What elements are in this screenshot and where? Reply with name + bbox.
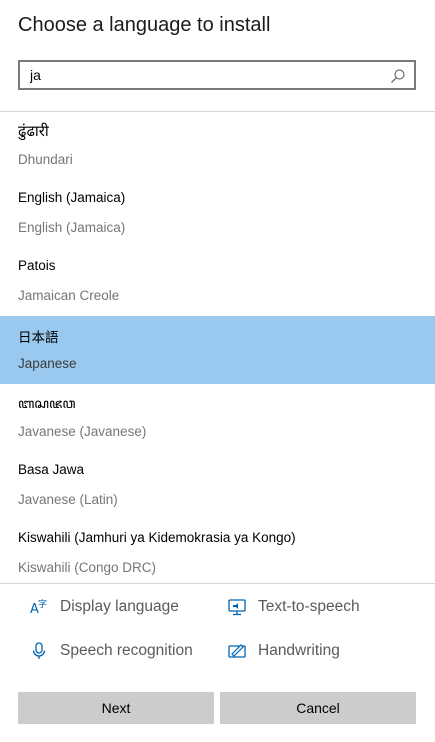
search-input[interactable]: [20, 62, 380, 88]
feature-display-language: A 字 Display language: [30, 598, 179, 616]
language-english-name: Dhundari: [18, 152, 73, 167]
language-item-kiswahili-congo[interactable]: Kiswahili (Jamhuri ya Kidemokrasia ya Ko…: [0, 520, 435, 583]
language-item-jamaican-creole[interactable]: Patois Jamaican Creole: [0, 248, 435, 316]
feature-label: Handwriting: [258, 642, 340, 659]
language-english-name: Japanese: [18, 356, 77, 371]
feature-label: Text-to-speech: [258, 598, 360, 615]
language-native-name: Patois: [18, 258, 56, 273]
feature-label: Speech recognition: [60, 642, 193, 659]
language-native-name: Kiswahili (Jamhuri ya Kidemokrasia ya Ko…: [18, 530, 296, 545]
language-english-name: Jamaican Creole: [18, 288, 120, 303]
language-native-name: ꦧꦱꦗꦮ: [18, 396, 76, 411]
language-item-dhundari[interactable]: ढुंढारी Dhundari: [0, 112, 435, 180]
language-english-name: Kiswahili (Congo DRC): [18, 560, 157, 575]
display-language-icon: A 字: [30, 598, 47, 616]
language-item-javanese-latin[interactable]: Basa Jawa Javanese (Latin): [0, 452, 435, 520]
svg-text:字: 字: [38, 598, 47, 610]
language-english-name: English (Jamaica): [18, 220, 126, 235]
language-features: A 字 Display language Text-to-speech Spee…: [0, 584, 435, 684]
dialog-title: Choose a language to install: [18, 14, 271, 36]
microphone-icon: [32, 642, 46, 659]
feature-text-to-speech: Text-to-speech: [228, 598, 360, 616]
language-item-javanese-script[interactable]: ꦧꦱꦗꦮ Javanese (Javanese): [0, 384, 435, 452]
language-english-name: Javanese (Latin): [18, 492, 118, 507]
text-to-speech-icon: [228, 599, 246, 616]
feature-label: Display language: [60, 598, 179, 615]
feature-handwriting: Handwriting: [228, 642, 340, 660]
feature-speech-recognition: Speech recognition: [30, 642, 193, 660]
language-native-name: ढुंढारी: [18, 123, 49, 140]
cancel-button[interactable]: Cancel: [220, 692, 416, 724]
next-button[interactable]: Next: [18, 692, 214, 724]
language-item-english-jamaica[interactable]: English (Jamaica) English (Jamaica): [0, 180, 435, 248]
language-native-name: 日本語: [18, 330, 59, 345]
search-box[interactable]: [18, 60, 416, 90]
language-item-japanese[interactable]: 日本語 Japanese: [0, 316, 435, 384]
language-list[interactable]: ढुंढारी Dhundari English (Jamaica) Engli…: [0, 112, 435, 583]
language-english-name: Javanese (Javanese): [18, 424, 147, 439]
language-native-name: Basa Jawa: [18, 462, 85, 477]
language-native-name: English (Jamaica): [18, 190, 126, 205]
search-icon[interactable]: [390, 68, 406, 84]
handwriting-icon: [228, 644, 246, 658]
